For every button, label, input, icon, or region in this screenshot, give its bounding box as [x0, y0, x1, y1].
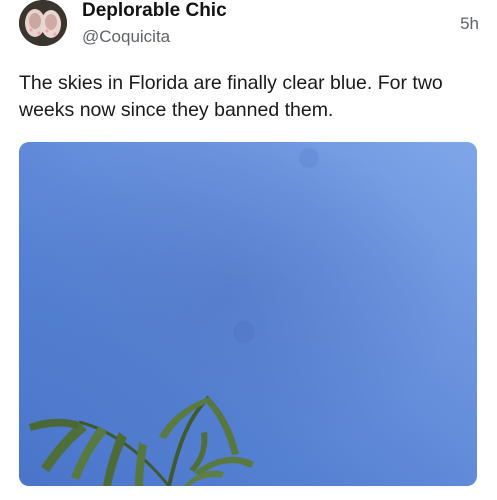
slippers-photo-avatar-icon: [19, 0, 67, 46]
author-avatar[interactable]: [19, 0, 67, 46]
author-display-name[interactable]: Deplorable Chic: [82, 0, 227, 22]
sky-photo-icon: [19, 142, 477, 486]
post-media-image[interactable]: [19, 142, 477, 486]
author-handle[interactable]: @Coquicita: [82, 27, 170, 47]
post-timestamp[interactable]: 5h: [460, 14, 479, 34]
post-text: The skies in Florida are finally clear b…: [19, 72, 443, 121]
post-card[interactable]: Deplorable Chic @Coquicita 5h The skies …: [0, 0, 497, 500]
